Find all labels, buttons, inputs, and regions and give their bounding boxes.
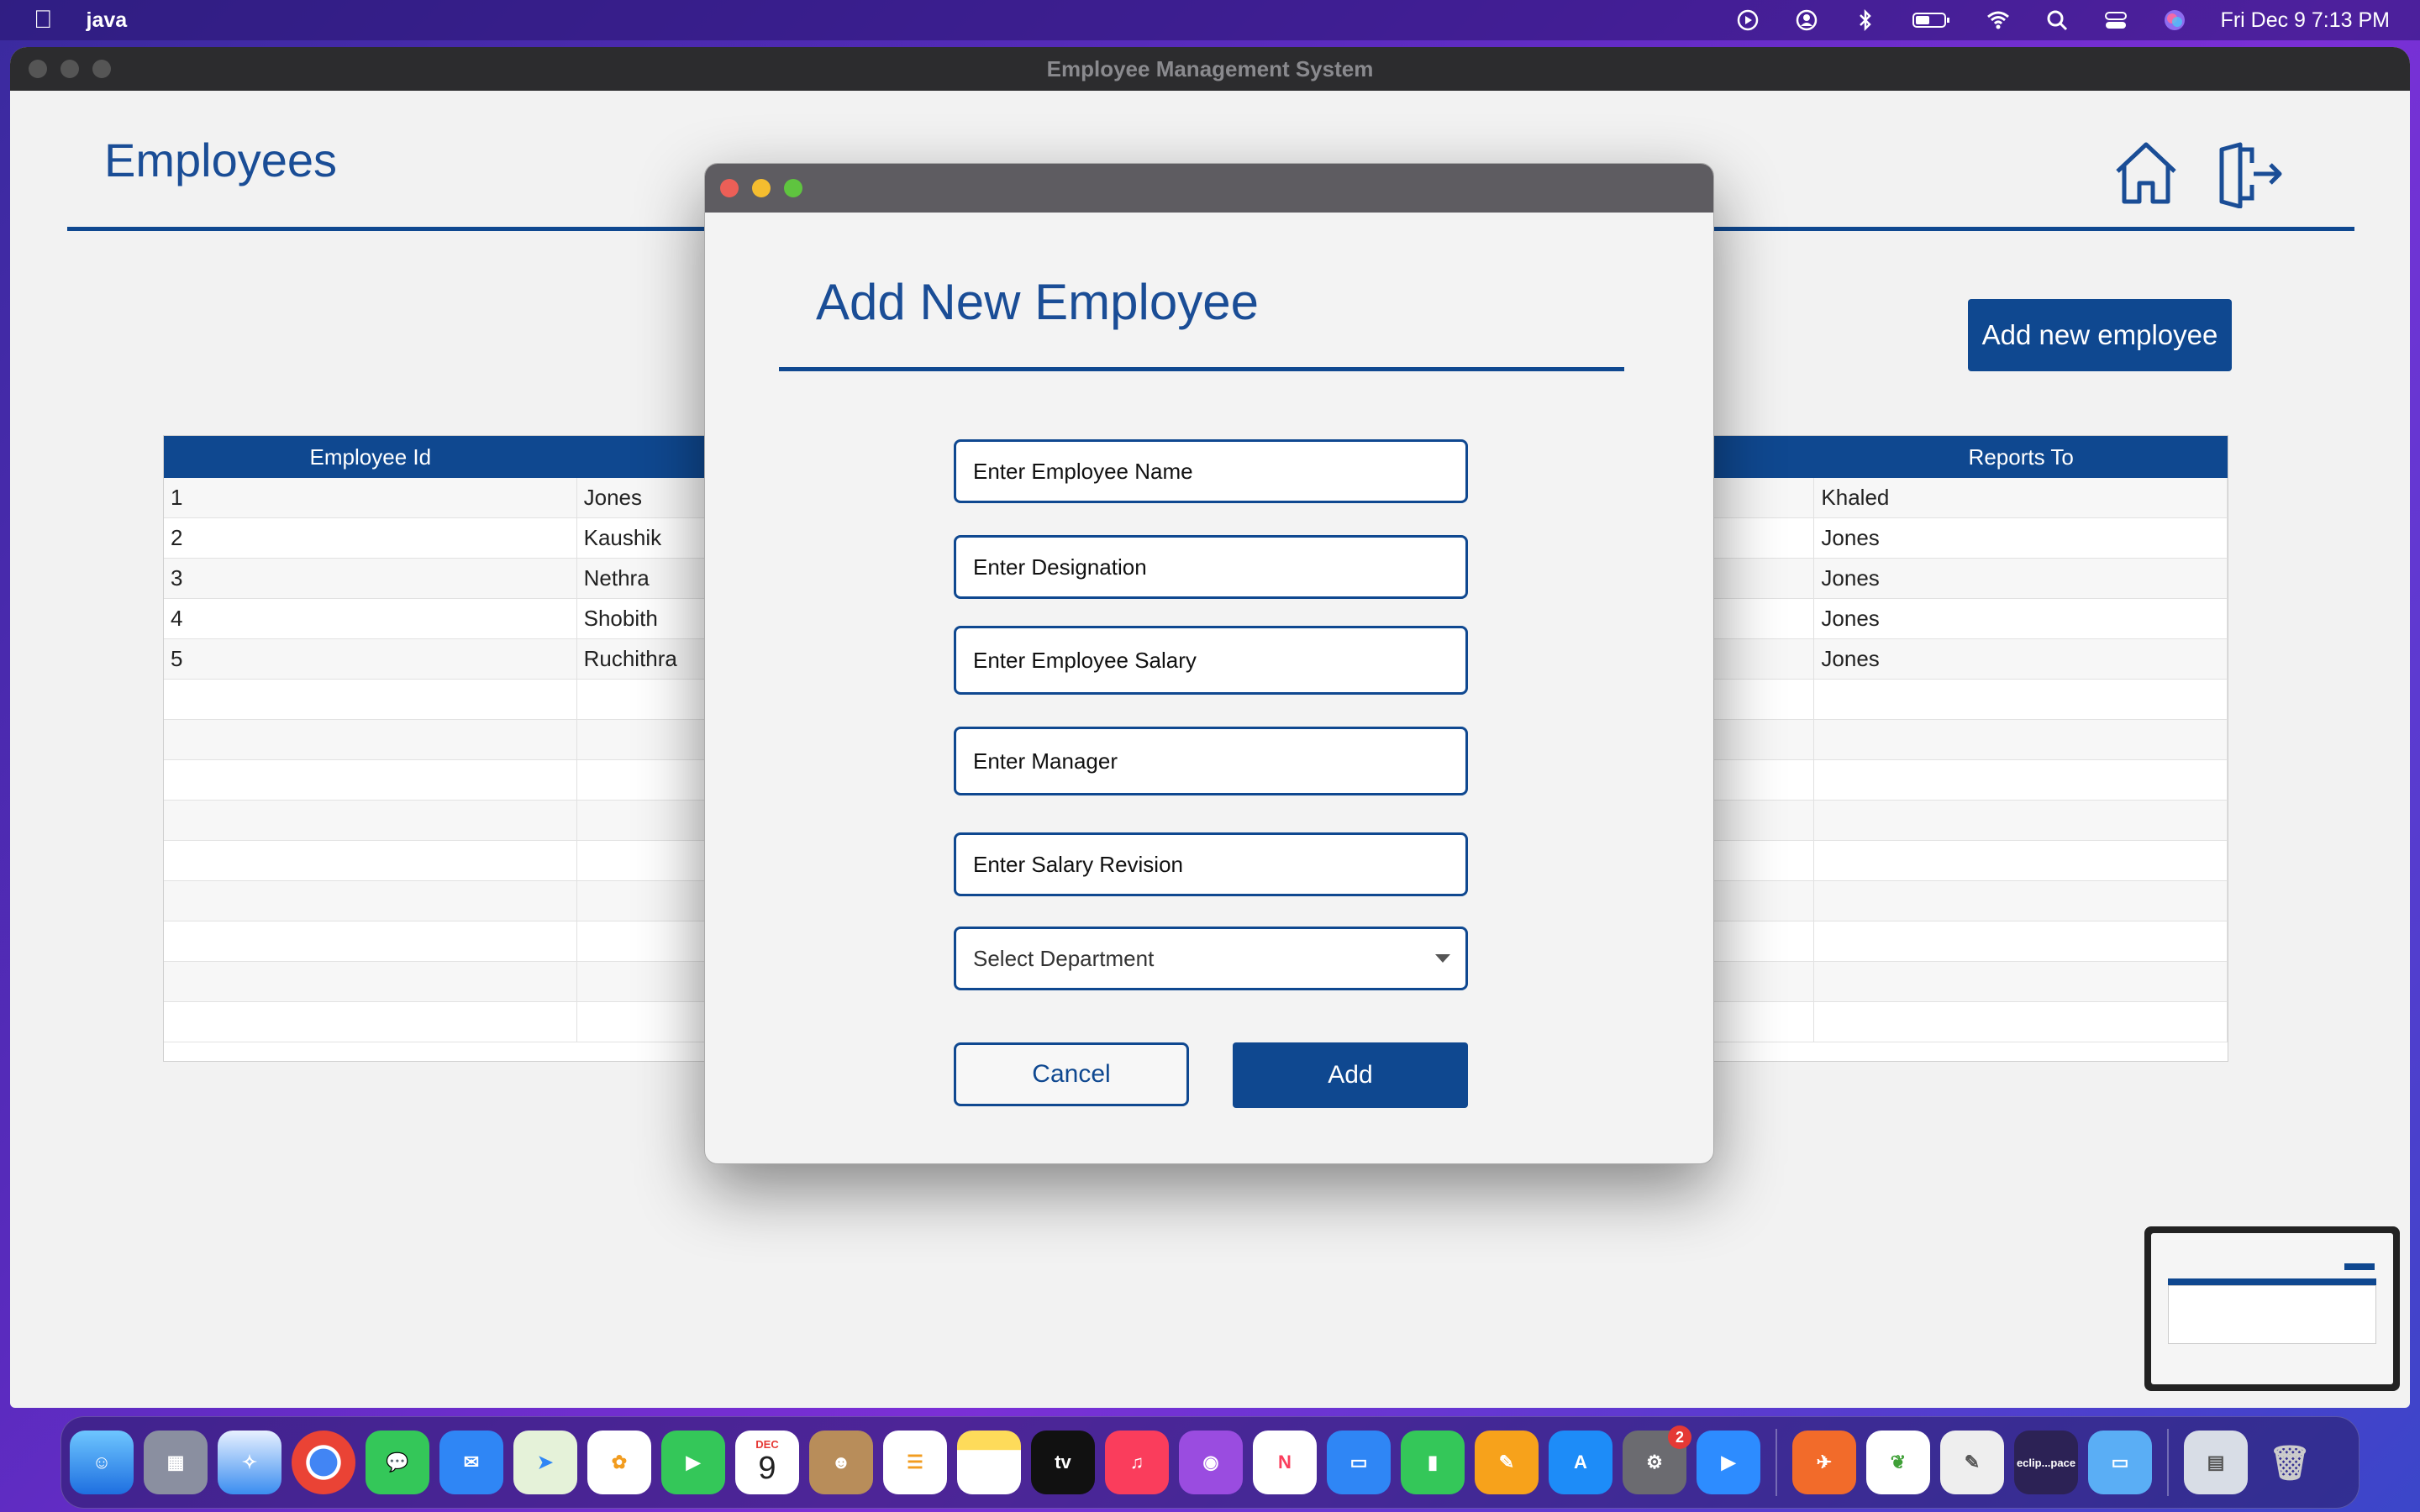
mongodb-compass-icon[interactable]: ❦ xyxy=(1866,1431,1930,1494)
postman-icon[interactable]: ✈ xyxy=(1792,1431,1856,1494)
eclipse-label: eclip...pace xyxy=(2016,1456,2076,1469)
cancel-button[interactable]: Cancel xyxy=(954,1042,1189,1106)
trash-icon[interactable]: 🗑 xyxy=(2258,1431,2322,1494)
pages-icon[interactable]: ✎ xyxy=(1475,1431,1539,1494)
cell-reports-to: Khaled xyxy=(1814,478,2228,517)
calendar-day: 9 xyxy=(758,1451,776,1486)
add-employee-dialog: Add New Employee Enter Employee Name Ent… xyxy=(704,163,1714,1164)
contacts-icon[interactable]: ☻ xyxy=(809,1431,873,1494)
dialog-window-controls xyxy=(720,179,802,197)
logout-icon[interactable] xyxy=(2215,138,2286,208)
apple-tv-label: tv xyxy=(1055,1452,1071,1473)
news-icon[interactable]: N xyxy=(1253,1431,1317,1494)
textedit-icon[interactable]: ✎ xyxy=(1940,1431,2004,1494)
app-menu-name[interactable]: java xyxy=(87,8,128,33)
dock-separator xyxy=(1776,1429,1777,1496)
calendar-month: DEC xyxy=(755,1438,779,1451)
chrome-icon[interactable] xyxy=(292,1431,355,1494)
cell-id: 1 xyxy=(164,478,577,517)
photos-icon[interactable]: ✿ xyxy=(587,1431,651,1494)
user-account-icon[interactable] xyxy=(1794,8,1819,33)
eclipse-icon[interactable]: eclip...pace xyxy=(2014,1431,2078,1494)
department-select[interactable]: Select Department xyxy=(954,927,1468,990)
column-header-employee-id[interactable]: Employee Id xyxy=(164,436,577,478)
dialog-close-button[interactable] xyxy=(720,179,739,197)
apple-tv-icon[interactable]: tv xyxy=(1031,1431,1095,1494)
department-select-value: Select Department xyxy=(973,945,1155,971)
mail-icon[interactable]: ✉ xyxy=(439,1431,503,1494)
employee-salary-field[interactable]: Enter Employee Salary xyxy=(954,626,1468,695)
cell-reports-to: Jones xyxy=(1814,639,2228,679)
bluetooth-icon[interactable] xyxy=(1853,8,1878,33)
zoom-icon[interactable]: ▶ xyxy=(1697,1431,1760,1494)
cell-id: 3 xyxy=(164,559,577,598)
launchpad-icon[interactable]: ▦ xyxy=(144,1431,208,1494)
calendar-icon[interactable]: DEC 9 xyxy=(735,1431,799,1494)
app-store-icon[interactable]: A xyxy=(1549,1431,1612,1494)
downloads-stack-icon[interactable]: ▤ xyxy=(2184,1431,2248,1494)
dock: ☺ ▦ ✧ 💬 ✉ ➤ ✿ ▶ DEC 9 ☻ ☰ tv ♫ ◉ N ▭ ▮ ✎… xyxy=(60,1416,2360,1509)
play-status-icon[interactable] xyxy=(1735,8,1760,33)
cell-reports-to: Jones xyxy=(1814,559,2228,598)
cell-id: 2 xyxy=(164,518,577,558)
home-icon[interactable] xyxy=(2111,138,2181,208)
add-new-employee-button[interactable]: Add new employee xyxy=(1968,299,2232,371)
dialog-titlebar[interactable] xyxy=(705,164,1713,213)
control-center-icon[interactable] xyxy=(2103,8,2128,33)
maps-icon[interactable]: ➤ xyxy=(513,1431,577,1494)
dialog-title: Add New Employee xyxy=(816,274,1259,330)
cell-reports-to: Jones xyxy=(1814,518,2228,558)
add-button[interactable]: Add xyxy=(1233,1042,1468,1108)
manager-field[interactable]: Enter Manager xyxy=(954,727,1468,795)
salary-revision-field[interactable]: Enter Salary Revision xyxy=(954,832,1468,896)
window-titlebar[interactable]: Employee Management System xyxy=(10,47,2410,91)
facetime-icon[interactable]: ▶ xyxy=(661,1431,725,1494)
notes-icon[interactable] xyxy=(957,1431,1021,1494)
dock-separator xyxy=(2167,1429,2169,1496)
menu-bar-clock[interactable]: Fri Dec 9 7:13 PM xyxy=(2221,8,2390,33)
dialog-zoom-button[interactable] xyxy=(784,179,802,197)
messages-icon[interactable]: 💬 xyxy=(366,1431,429,1494)
dialog-title-divider xyxy=(779,367,1624,371)
safari-icon[interactable]: ✧ xyxy=(218,1431,281,1494)
apple-menu-icon[interactable]:  xyxy=(34,6,53,34)
folder-icon[interactable]: ▭ xyxy=(2088,1431,2152,1494)
column-header-reports-to[interactable]: Reports To xyxy=(1814,436,2228,478)
wifi-icon[interactable] xyxy=(1986,8,2011,33)
page-title: Employees xyxy=(104,134,338,186)
employee-name-field[interactable]: Enter Employee Name xyxy=(954,439,1468,503)
reminders-icon[interactable]: ☰ xyxy=(883,1431,947,1494)
siri-icon[interactable] xyxy=(2162,8,2187,33)
menu-bar:  java Fri Dec 9 7:13 PM xyxy=(0,0,2420,40)
spotlight-search-icon[interactable] xyxy=(2044,8,2070,33)
cell-id: 4 xyxy=(164,599,577,638)
notification-badge: 2 xyxy=(1668,1425,1691,1449)
chevron-down-icon xyxy=(1435,954,1450,963)
music-icon[interactable]: ♫ xyxy=(1105,1431,1169,1494)
cell-id: 5 xyxy=(164,639,577,679)
system-preferences-icon[interactable]: ⚙ 2 xyxy=(1623,1425,1691,1494)
dialog-minimize-button[interactable] xyxy=(752,179,771,197)
numbers-icon[interactable]: ▮ xyxy=(1401,1431,1465,1494)
window-title: Employee Management System xyxy=(1046,55,1374,81)
podcasts-icon[interactable]: ◉ xyxy=(1179,1431,1243,1494)
window-preview-thumbnail[interactable] xyxy=(2144,1226,2400,1391)
designation-field[interactable]: Enter Designation xyxy=(954,535,1468,599)
battery-icon[interactable] xyxy=(1912,8,1952,33)
finder-icon[interactable]: ☺ xyxy=(70,1431,134,1494)
keynote-icon[interactable]: ▭ xyxy=(1327,1431,1391,1494)
cell-reports-to: Jones xyxy=(1814,599,2228,638)
